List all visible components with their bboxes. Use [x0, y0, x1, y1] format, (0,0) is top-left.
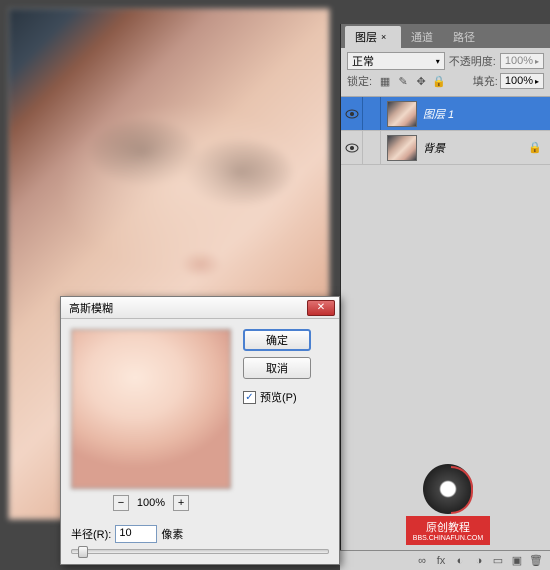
layer-mask-icon[interactable]: ◐	[452, 553, 468, 569]
watermark-logo-icon	[423, 464, 473, 514]
opacity-label: 不透明度:	[449, 53, 496, 69]
tab-paths[interactable]: 路径	[443, 26, 485, 48]
delete-layer-icon[interactable]: 🗑	[528, 553, 544, 569]
watermark: 原创教程 BBS.CHINAFUN.COM	[406, 464, 490, 545]
watermark-url: BBS.CHINAFUN.COM	[406, 535, 490, 542]
lock-icon: 🔒	[528, 141, 542, 154]
preview-checkbox[interactable]: ✓ 预览(P)	[243, 389, 311, 405]
lock-all-icon[interactable]: 🔒	[432, 74, 446, 88]
radius-label: 半径(R):	[71, 526, 111, 542]
fx-icon[interactable]: fx	[433, 553, 449, 569]
visibility-toggle[interactable]	[341, 97, 363, 130]
fill-field[interactable]: 100%▸	[500, 73, 544, 89]
dialog-title: 高斯模糊	[69, 300, 113, 316]
close-button[interactable]: ✕	[307, 300, 335, 316]
link-cell[interactable]	[363, 97, 381, 130]
lock-paint-icon[interactable]: ✎	[396, 74, 410, 88]
radius-slider[interactable]	[71, 549, 329, 554]
ok-button[interactable]: 确定	[243, 329, 311, 351]
radius-unit: 像素	[161, 526, 183, 542]
radius-input[interactable]: 10	[115, 525, 157, 543]
layer-name[interactable]: 图层 1	[423, 106, 550, 122]
layer-thumbnail[interactable]	[387, 101, 417, 127]
panel-tabs: 图层× 通道 路径	[341, 24, 550, 48]
fill-label: 填充:	[473, 73, 498, 89]
checkbox-icon: ✓	[243, 391, 256, 404]
panel-controls: 正常▾ 不透明度: 100%▸ 锁定: ▦ ✎ ✥ 🔒 填充: 100%▸	[341, 48, 550, 97]
lock-label: 锁定:	[347, 73, 372, 89]
lock-transparent-icon[interactable]: ▦	[378, 74, 392, 88]
layer-name[interactable]: 背景	[423, 140, 528, 156]
group-icon[interactable]: ▭	[490, 553, 506, 569]
new-layer-icon[interactable]: ▣	[509, 553, 525, 569]
chevron-down-icon: ▾	[436, 57, 440, 66]
adjustment-layer-icon[interactable]: ◑	[471, 553, 487, 569]
tab-layers[interactable]: 图层×	[345, 26, 401, 48]
blend-mode-select[interactable]: 正常▾	[347, 52, 445, 70]
watermark-text: 原创教程	[426, 522, 470, 534]
tab-channels[interactable]: 通道	[401, 26, 443, 48]
layer-panel-footer: ∞ fx ◐ ◑ ▭ ▣ 🗑	[340, 550, 550, 570]
visibility-toggle[interactable]	[341, 131, 363, 164]
gaussian-blur-dialog: 高斯模糊 ✕ − 100% + 确定 取消 ✓ 预览(P) 半径(R): 10 …	[60, 296, 340, 565]
layer-thumbnail[interactable]	[387, 135, 417, 161]
zoom-level: 100%	[137, 497, 165, 509]
opacity-field[interactable]: 100%▸	[500, 53, 544, 69]
slider-handle[interactable]	[78, 546, 88, 558]
zoom-in-button[interactable]: +	[173, 495, 189, 511]
lock-position-icon[interactable]: ✥	[414, 74, 428, 88]
zoom-out-button[interactable]: −	[113, 495, 129, 511]
cancel-button[interactable]: 取消	[243, 357, 311, 379]
tab-close-icon[interactable]: ×	[381, 32, 391, 42]
dialog-titlebar[interactable]: 高斯模糊 ✕	[61, 297, 339, 319]
layer-row[interactable]: 背景 🔒	[341, 131, 550, 165]
link-layers-icon[interactable]: ∞	[414, 553, 430, 569]
layer-row[interactable]: 图层 1	[341, 97, 550, 131]
preview-area[interactable]	[71, 329, 231, 489]
link-cell[interactable]	[363, 131, 381, 164]
